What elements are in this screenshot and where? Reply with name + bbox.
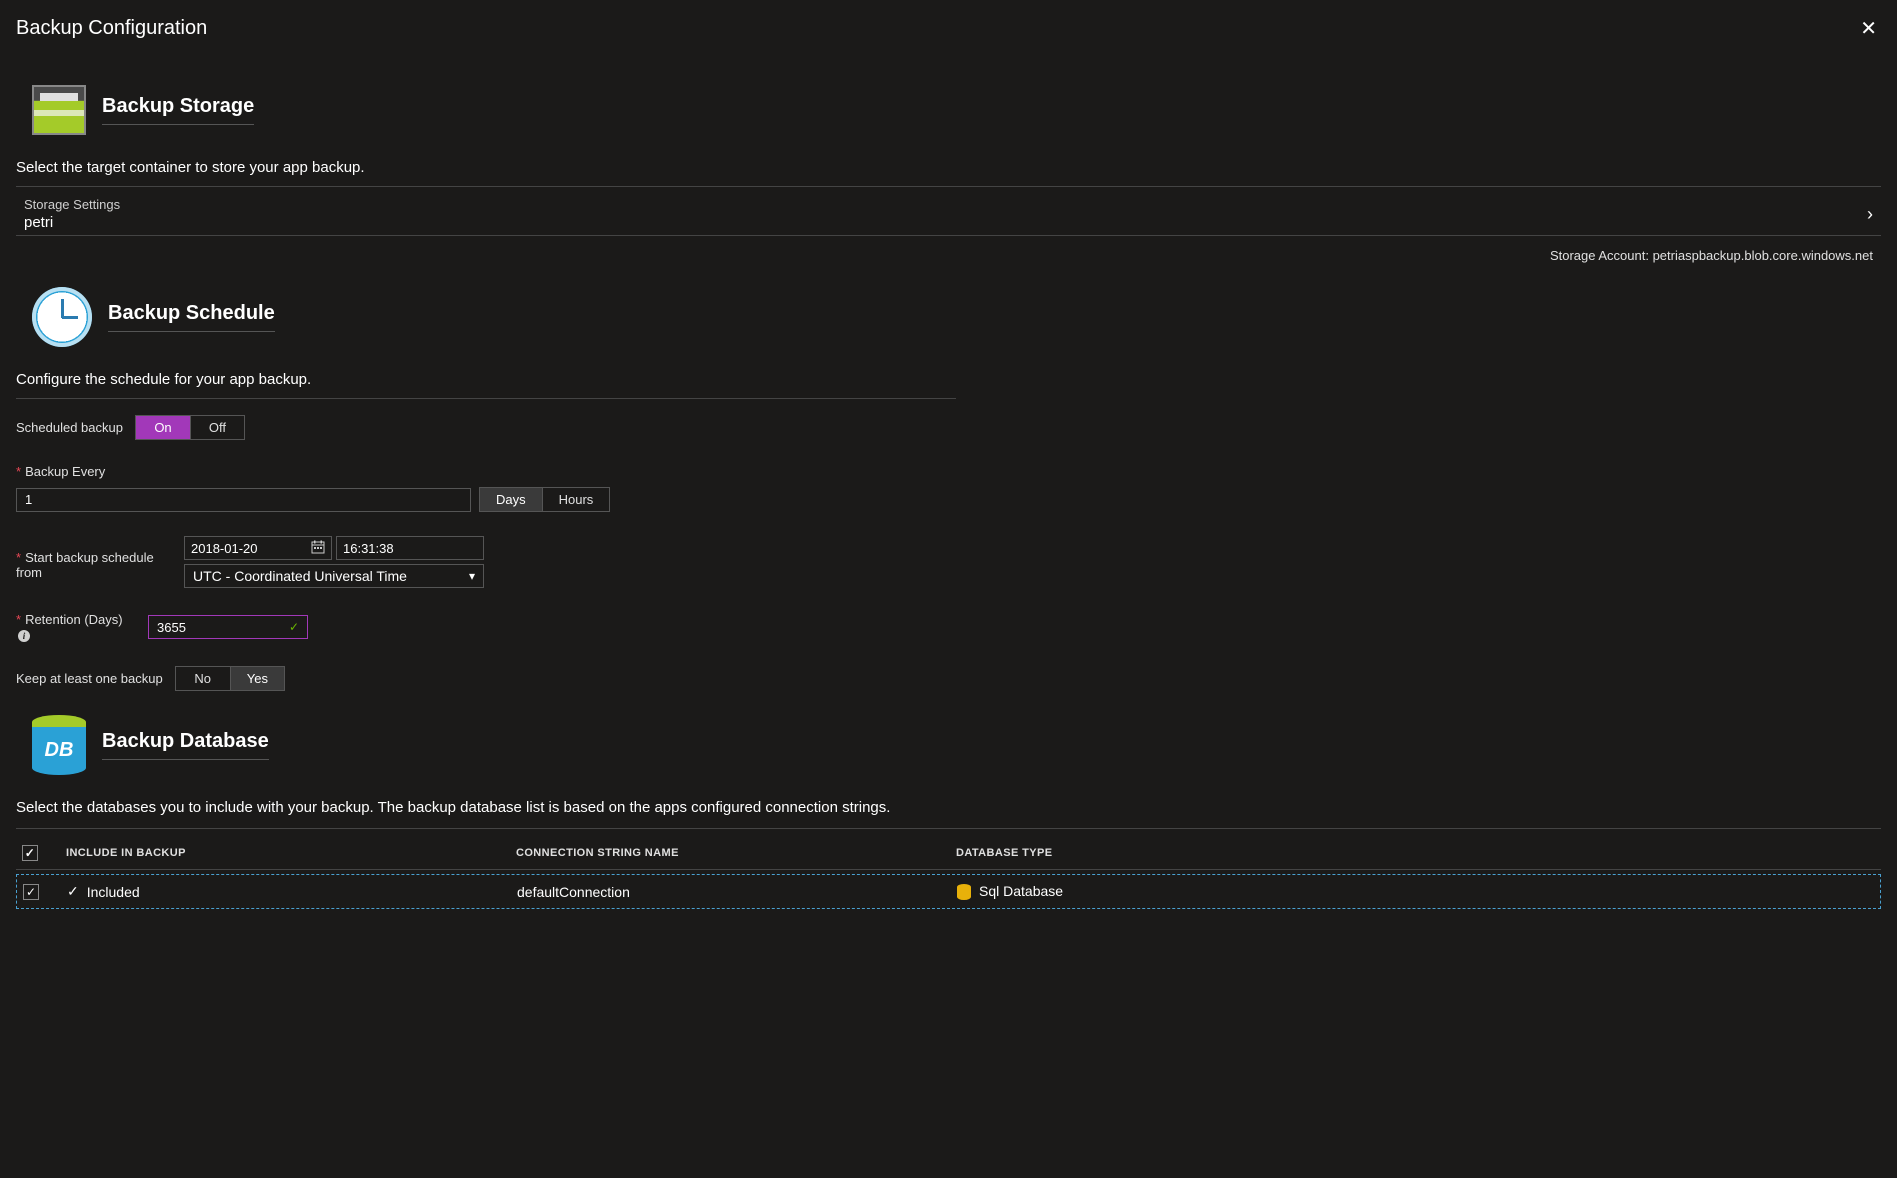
select-all-checkbox[interactable]: ✓	[22, 845, 38, 861]
retention-label: *Retention (Days) i	[16, 612, 140, 642]
storage-settings-label: Storage Settings	[24, 197, 120, 212]
sql-icon	[957, 884, 971, 900]
storage-settings-row[interactable]: Storage Settings petri ›	[16, 195, 1881, 233]
scheduled-off-button[interactable]: Off	[190, 416, 244, 439]
backup-every-label: *Backup Every	[16, 464, 956, 479]
keep-yes-button[interactable]: Yes	[230, 667, 284, 690]
backup-storage-section: Backup Storage Select the target contain…	[16, 85, 1881, 267]
table-header: ✓ INCLUDE IN BACKUP CONNECTION STRING NA…	[16, 837, 1881, 870]
start-date-value: 2018-01-20	[191, 541, 258, 556]
storage-icon	[32, 85, 86, 135]
info-icon[interactable]: i	[18, 630, 30, 642]
check-icon: ✓	[289, 620, 299, 634]
scheduled-backup-label: Scheduled backup	[16, 420, 123, 435]
col-include: INCLUDE IN BACKUP	[66, 847, 516, 859]
schedule-section-title: Backup Schedule	[108, 302, 275, 332]
storage-settings-value: petri	[24, 214, 120, 231]
checkmark-icon: ✓	[67, 883, 79, 900]
start-schedule-label: *Start backup schedule from	[16, 536, 176, 580]
database-section-title: Backup Database	[102, 730, 269, 760]
storage-account-label: Storage Account:	[1550, 248, 1653, 263]
row-db-type: Sql Database	[957, 883, 1874, 900]
storage-description: Select the target container to store you…	[16, 159, 1881, 176]
database-description: Select the databases you to include with…	[16, 799, 1881, 816]
start-time-value: 16:31:38	[343, 541, 394, 556]
keep-no-button[interactable]: No	[176, 667, 230, 690]
calendar-icon	[311, 540, 325, 557]
hours-button[interactable]: Hours	[542, 488, 610, 511]
storage-account-value: petriaspbackup.blob.core.windows.net	[1653, 248, 1873, 263]
col-connection: CONNECTION STRING NAME	[516, 847, 956, 859]
clock-icon	[32, 287, 92, 347]
database-icon	[32, 715, 86, 775]
start-time-input[interactable]: 16:31:38	[336, 536, 484, 560]
retention-input[interactable]: 3655 ✓	[148, 615, 308, 639]
days-button[interactable]: Days	[480, 488, 542, 511]
timezone-value: UTC - Coordinated Universal Time	[193, 568, 407, 584]
row-included-label: Included	[87, 884, 140, 900]
backup-schedule-section: Backup Schedule Configure the schedule f…	[16, 287, 956, 691]
schedule-description: Configure the schedule for your app back…	[16, 371, 956, 388]
storage-section-title: Backup Storage	[102, 95, 254, 125]
chevron-right-icon: ›	[1867, 204, 1873, 225]
divider	[16, 828, 1881, 829]
row-checkbox[interactable]: ✓	[23, 884, 39, 900]
retention-value: 3655	[157, 620, 186, 635]
table-row[interactable]: ✓ ✓ Included defaultConnection Sql Datab…	[16, 874, 1881, 909]
row-included: ✓ Included	[67, 883, 517, 900]
close-icon[interactable]: ✕	[1856, 12, 1881, 45]
divider	[16, 398, 956, 399]
chevron-down-icon: ▾	[469, 569, 475, 583]
backup-database-section: Backup Database Select the databases you…	[16, 715, 1881, 909]
row-connection-name: defaultConnection	[517, 884, 957, 900]
divider	[16, 186, 1881, 187]
page-title: Backup Configuration	[16, 17, 207, 40]
storage-account-info: Storage Account: petriaspbackup.blob.cor…	[16, 244, 1881, 267]
divider	[16, 235, 1881, 236]
timezone-select[interactable]: UTC - Coordinated Universal Time ▾	[184, 564, 484, 588]
keep-one-label: Keep at least one backup	[16, 671, 163, 686]
col-type: DATABASE TYPE	[956, 847, 1875, 859]
backup-every-input[interactable]	[16, 488, 471, 512]
scheduled-on-button[interactable]: On	[136, 416, 190, 439]
start-date-input[interactable]: 2018-01-20	[184, 536, 332, 560]
